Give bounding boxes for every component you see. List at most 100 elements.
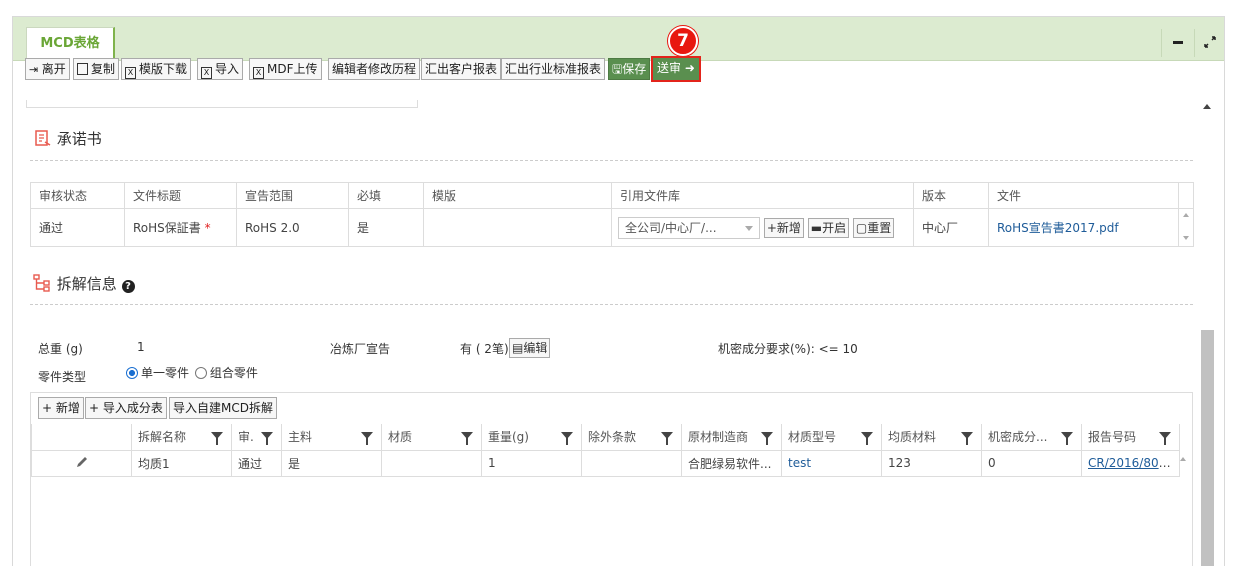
import-label: 导入 (215, 62, 240, 76)
col-header-text: 主料 (288, 430, 313, 445)
review-cell: 通过 (231, 450, 282, 477)
filter-icon[interactable] (361, 432, 373, 445)
homogeneous-cell: 123 (881, 450, 982, 477)
single-part-radio[interactable] (126, 367, 138, 379)
filter-icon[interactable] (561, 432, 573, 445)
customer-report-button[interactable]: 汇出客户报表 (421, 58, 502, 80)
import-button[interactable]: X 导入 (197, 58, 244, 80)
filter-icon[interactable] (1061, 432, 1073, 445)
help-icon[interactable]: ? (121, 280, 135, 293)
col-header: 均质材料 (881, 424, 982, 451)
smelter-declaration-label: 冶炼厂宣告 (330, 342, 391, 356)
scrollbar-thumb[interactable] (1201, 330, 1214, 566)
scroll-up-arrow-icon[interactable] (1180, 457, 1186, 461)
name-cell: 均质1 (131, 450, 232, 477)
copy-icon (77, 63, 88, 75)
open-label: 开启 (822, 220, 847, 235)
save-label: 保存 (622, 62, 647, 76)
col-header-text: 材质型号 (788, 430, 837, 445)
col-header: 宣告范围 (236, 182, 349, 209)
grid-add-button[interactable]: + 新增 (38, 397, 84, 419)
save-icon: 🖫 (612, 62, 623, 76)
col-header: 审. (231, 424, 282, 451)
industry-report-button[interactable]: 汇出行业标准报表 (501, 58, 606, 80)
arrow-right-icon: ➜ (684, 61, 695, 75)
leave-label: 离开 (41, 62, 66, 76)
col-header-text: 材质 (388, 430, 413, 445)
disassembly-table: 拆解名称 审. 主料 材质 重量(g) 除外条款 原材制造商 材质型号 均质材料… (31, 424, 1180, 477)
col-header: 报告号码 (1081, 424, 1180, 451)
disassembly-title-text: 拆解信息 (56, 275, 117, 293)
tab-mcd-table[interactable]: MCD表格 (26, 27, 115, 61)
scroll-down-arrow-icon[interactable] (1183, 236, 1189, 240)
pencil-icon[interactable] (75, 455, 89, 469)
filter-icon[interactable] (661, 432, 673, 445)
mdf-upload-button[interactable]: X MDF上传 (249, 58, 322, 80)
model-link[interactable]: test (788, 456, 811, 470)
col-header: 原材制造商 (681, 424, 782, 451)
minus-icon[interactable] (1163, 31, 1193, 57)
secret-requirement-text: 机密成分要求(%): <= 10 (718, 342, 858, 356)
file-link[interactable]: RoHS宣告書2017.pdf (997, 221, 1119, 235)
required-mark: * (204, 221, 211, 235)
copy-button[interactable]: 复制 (73, 58, 120, 80)
scroll-up-arrow-icon[interactable] (1183, 213, 1189, 217)
col-header: 拆解名称 (131, 424, 232, 451)
expand-icon[interactable] (1195, 31, 1224, 57)
col-header: 审核状态 (30, 182, 125, 209)
section-divider (30, 304, 1193, 305)
filter-icon[interactable] (961, 432, 973, 445)
grid-import-mcd-button[interactable]: 导入自建MCD拆解 (169, 397, 277, 419)
mdf-upload-label: MDF上传 (267, 62, 318, 76)
filter-icon[interactable] (211, 432, 223, 445)
chevron-down-icon (745, 225, 753, 231)
template-download-button[interactable]: X 模版下载 (121, 58, 192, 80)
library-add-button[interactable]: +新增 (763, 217, 804, 238)
manufacturer-cell: 合肥绿易软件... (681, 450, 782, 477)
editor-history-button[interactable]: 编辑者修改历程 (328, 58, 421, 80)
version-cell: 中心厂 (913, 208, 989, 247)
col-header-spacer (1178, 182, 1194, 209)
col-header-text: 重量(g) (488, 430, 529, 445)
weight-cell: 1 (481, 450, 582, 477)
total-weight-label: 总重 (g) (38, 342, 83, 356)
filter-icon[interactable] (861, 432, 873, 445)
scroll-up-arrow-icon[interactable] (1203, 104, 1211, 109)
filter-icon[interactable] (461, 432, 473, 445)
table-header-row: 拆解名称 审. 主料 材质 重量(g) 除外条款 原材制造商 材质型号 均质材料… (31, 424, 1180, 451)
document-icon (35, 130, 51, 146)
doc-title-text: RoHS保証書 (133, 221, 201, 235)
col-header-text: 原材制造商 (688, 430, 749, 445)
report-link[interactable]: CR/2016/800... (1088, 456, 1178, 470)
filter-icon[interactable] (261, 432, 273, 445)
col-header-action (31, 424, 132, 451)
col-header: 必填 (348, 182, 424, 209)
model-cell: test (781, 450, 882, 477)
library-select[interactable]: 全公司/中心厂/... (618, 216, 760, 239)
template-cell (423, 208, 612, 247)
exclusion-cell (581, 450, 682, 477)
smelter-edit-button[interactable]: ▤编辑 (509, 338, 551, 358)
grid-import-composition-button[interactable]: + 导入成分表 (85, 397, 167, 419)
tree-structure-icon (33, 274, 50, 292)
leave-button[interactable]: ⇥ 离开 (25, 58, 70, 80)
material-cell (381, 450, 482, 477)
combo-part-radio[interactable] (194, 367, 207, 379)
submit-review-button[interactable]: 送审 ➜ (651, 56, 701, 82)
col-header: 材质 (381, 424, 482, 451)
save-button[interactable]: 🖫保存 (608, 58, 651, 80)
table-row: 均质1 通过 是 1 合肥绿易软件... test 123 0 CR/2016/… (31, 450, 1180, 477)
commitment-title-text: 承诺书 (56, 130, 102, 148)
library-open-button[interactable]: ▬开启 (807, 217, 850, 238)
combo-part-label: 组合零件 (209, 366, 258, 380)
row-scroll-cell (1178, 208, 1194, 247)
report-cell: CR/2016/800... (1081, 450, 1180, 477)
library-cell: 全公司/中心厂/... +新增 ▬开启 ▢重置 (611, 208, 914, 247)
library-reset-button[interactable]: ▢重置 (852, 217, 895, 238)
scope-cell: RoHS 2.0 (236, 208, 349, 247)
filter-icon[interactable] (761, 432, 773, 445)
filter-icon[interactable] (1159, 432, 1171, 445)
folder-open-icon: ▬ (810, 220, 823, 235)
submit-label: 送审 (657, 61, 682, 75)
excel-icon: X (125, 67, 136, 79)
